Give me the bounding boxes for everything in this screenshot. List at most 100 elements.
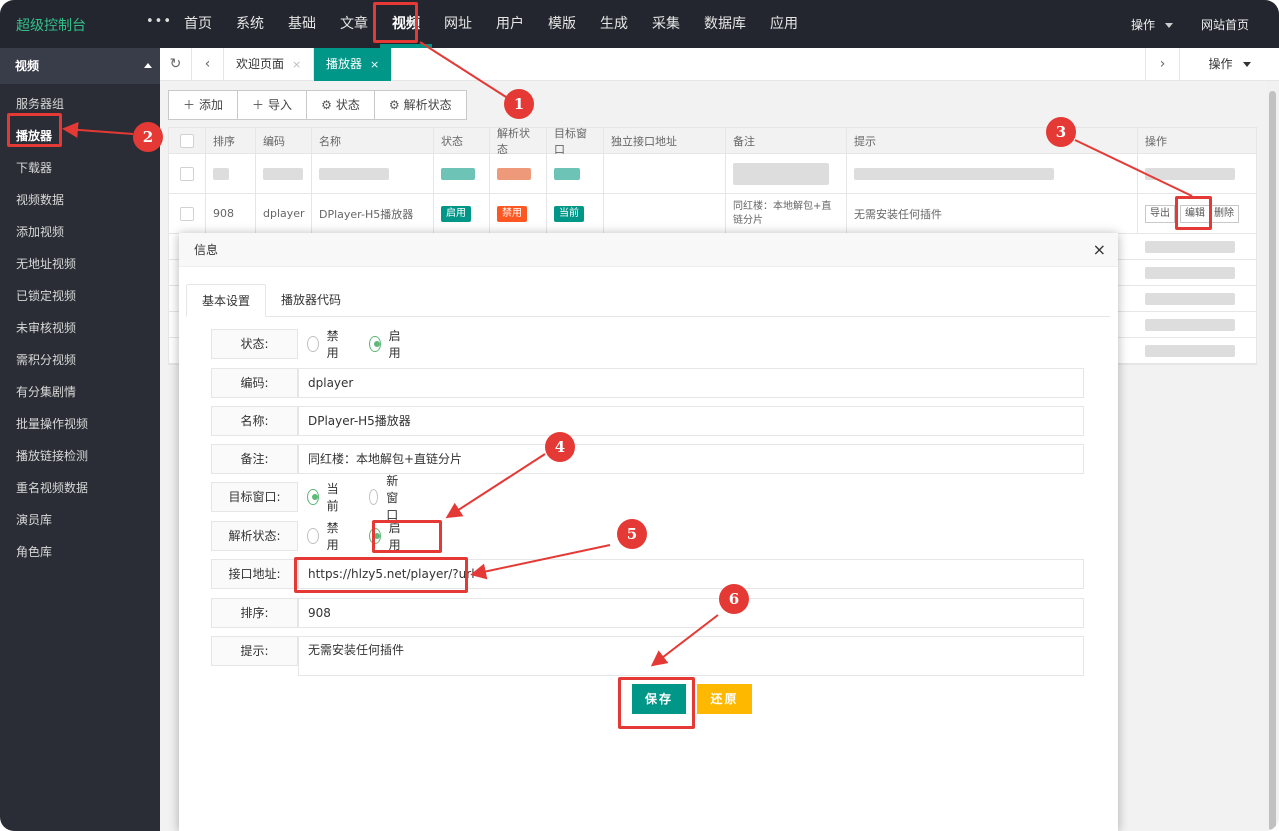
code-field-label: 编码: [211,368,298,398]
reset-button[interactable]: 还原 [697,684,752,714]
table-row [169,154,1256,194]
tabs-right-controls: › 操作 [1145,48,1279,81]
cell-api-url [604,194,726,233]
blurred-cell [490,154,547,193]
blurred-cell [726,154,847,193]
blurred-cell [1138,154,1258,193]
nav-collect[interactable]: 采集 [640,0,692,48]
header-ops-label: 操作 [1130,17,1155,32]
th-target[interactable]: 目标窗口 [547,127,604,156]
sidebar-item-unreviewed-video[interactable]: 未审核视频 [0,312,160,344]
target-current-radio[interactable]: 当前 [307,480,343,514]
remark-input[interactable]: 同红楼：本地解包+直链分片 [298,444,1084,474]
th-sort[interactable]: 排序 [206,128,256,153]
blurred-cell [1138,260,1258,285]
th-parse-status[interactable]: 解析状态 [490,127,547,156]
refresh-icon[interactable]: ↻ [160,48,192,81]
status-enable-radio[interactable]: 启用 [369,327,405,361]
tab-player[interactable]: 播放器 × [314,48,393,81]
sort-input[interactable]: 908 [298,598,1084,628]
radio-circle-checked [307,489,319,505]
sidebar-section-video[interactable]: 视频 [0,48,160,84]
nav-basic[interactable]: 基础 [276,0,328,48]
nav-url[interactable]: 网址 [432,0,484,48]
cell-name: DPlayer-H5播放器 [312,194,434,233]
radio-circle [369,489,379,505]
nav-template[interactable]: 模版 [536,0,588,48]
nav-apps[interactable]: 应用 [758,0,810,48]
sidebar: 视频 服务器组 播放器 下载器 视频数据 添加视频 无地址视频 已锁定视频 未审… [0,48,160,831]
annotation-number-2: 2 [133,122,163,152]
edit-player-dialog: 信息 × 基本设置 播放器代码 状态: 禁用 启用 编码: dplayer 名称… [179,233,1118,831]
th-status[interactable]: 状态 [434,128,490,153]
header-ops-menu[interactable]: 操作 [1131,16,1173,33]
sidebar-item-actors[interactable]: 演员库 [0,504,160,536]
tab-basic-settings[interactable]: 基本设置 [186,284,267,317]
sidebar-item-batch-ops[interactable]: 批量操作视频 [0,408,160,440]
import-button[interactable]: ＋导入 [237,90,308,120]
cell-code: dplayer [256,194,312,233]
code-input[interactable]: dplayer [298,368,1084,398]
target-badge[interactable]: 当前 [554,205,584,222]
nav-database[interactable]: 数据库 [692,0,758,48]
row-checkbox[interactable] [180,166,194,181]
sidebar-item-link-check[interactable]: 播放链接检测 [0,440,160,472]
parse-disable-radio[interactable]: 禁用 [307,519,343,553]
annotation-number-6: 6 [719,584,749,614]
tip-textarea[interactable]: 无需安装任何插件 [298,636,1084,676]
close-icon[interactable]: × [1093,233,1106,267]
sidebar-item-roles[interactable]: 角色库 [0,536,160,568]
name-input[interactable]: DPlayer-H5播放器 [298,406,1084,436]
th-code[interactable]: 编码 [256,128,312,153]
parse-status-button[interactable]: ⚙ 解析状态 [373,90,467,120]
add-button[interactable]: ＋添加 [168,90,239,120]
more-menu-icon[interactable]: ••• [146,14,172,29]
nav-system[interactable]: 系统 [224,0,276,48]
blurred-cell [312,154,434,193]
sidebar-item-no-url-video[interactable]: 无地址视频 [0,248,160,280]
nav-user[interactable]: 用户 [484,0,536,48]
sidebar-item-episode-plot[interactable]: 有分集剧情 [0,376,160,408]
row-checkbox[interactable] [180,206,194,221]
page-scrollbar[interactable] [1266,81,1279,831]
blurred-cell [547,154,604,193]
nav-generate[interactable]: 生成 [588,0,640,48]
th-tip[interactable]: 提示 [847,128,1138,153]
status-disable-radio[interactable]: 禁用 [307,327,343,361]
status-badge[interactable]: 启用 [441,205,471,222]
tabs-ops-menu[interactable]: 操作 [1179,48,1279,81]
chevron-right-icon[interactable]: › [1145,48,1179,81]
sidebar-item-duplicate-data[interactable]: 重名视频数据 [0,472,160,504]
annotation-number-1: 1 [504,89,534,119]
app-logo[interactable]: 超级控制台 [16,15,86,35]
select-all-checkbox[interactable] [180,133,194,148]
tab-welcome[interactable]: 欢迎页面 × [224,48,315,81]
row-checkbox-cell [169,154,206,193]
export-button[interactable]: 导出 [1145,204,1175,223]
status-button[interactable]: ⚙ 状态 [306,90,375,120]
row-checkbox-cell [169,194,206,233]
sidebar-item-points-video[interactable]: 需积分视频 [0,344,160,376]
nav-home[interactable]: 首页 [172,0,224,48]
th-api-url[interactable]: 独立接口地址 [604,128,726,153]
scrollbar-thumb[interactable] [1269,91,1276,831]
close-icon[interactable]: × [292,58,301,71]
sidebar-item-locked-video[interactable]: 已锁定视频 [0,280,160,312]
close-icon[interactable]: × [370,58,379,71]
status-radio-group: 禁用 启用 [307,327,431,361]
sidebar-item-video-data[interactable]: 视频数据 [0,184,160,216]
th-remark[interactable]: 备注 [726,128,847,153]
target-new-window-radio[interactable]: 新窗口 [369,472,405,523]
th-name[interactable]: 名称 [312,128,434,153]
delete-button[interactable]: 删除 [1209,204,1239,223]
chevron-left-icon[interactable]: ‹ [192,48,224,81]
add-label: 添加 [199,98,224,112]
tab-player-code[interactable]: 播放器代码 [266,284,356,317]
sidebar-item-add-video[interactable]: 添加视频 [0,216,160,248]
parse-status-badge[interactable]: 禁用 [497,205,527,222]
dialog-title: 信息 [194,243,219,257]
plus-icon: ＋ [252,98,265,112]
sidebar-item-downloader[interactable]: 下载器 [0,152,160,184]
site-home-link[interactable]: 网站首页 [1201,16,1249,33]
parse-status-label: 解析状态 [403,98,452,112]
